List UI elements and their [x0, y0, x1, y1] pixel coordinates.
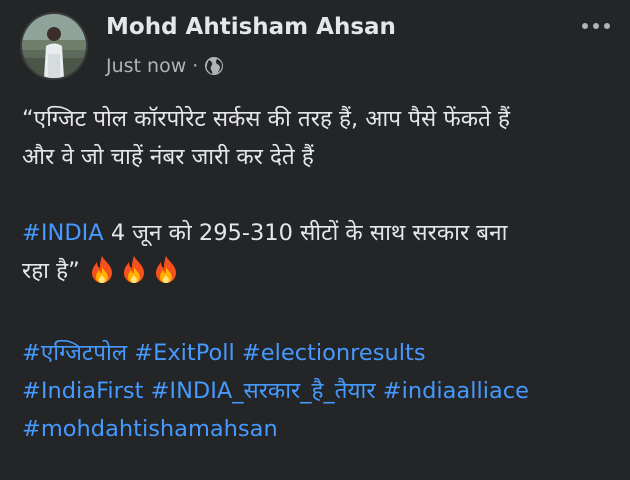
- hashtag-link[interactable]: #indiaalliace: [383, 378, 529, 404]
- facebook-post: Mohd Ahtisham Ahsan Just now · “एग्जिट प…: [0, 0, 630, 480]
- avatar[interactable]: [20, 12, 88, 80]
- hashtag-link[interactable]: #ExitPoll: [134, 340, 235, 366]
- hashtag-link[interactable]: #INDIA_सरकार_है_तैयार: [151, 378, 376, 404]
- timestamp[interactable]: Just now: [106, 55, 186, 77]
- author-name[interactable]: Mohd Ahtisham Ahsan: [106, 14, 396, 40]
- quote-line: “एग्जिट पोल कॉरपोरेट सर्कस की तरह हैं, आ…: [22, 106, 510, 132]
- hashtag-link[interactable]: #INDIA: [22, 220, 104, 246]
- post-meta: Just now ·: [106, 55, 224, 77]
- hashtag-link[interactable]: #IndiaFirst: [22, 378, 143, 404]
- globe-icon[interactable]: [204, 56, 224, 76]
- post-body: “एग्जिट पोल कॉरपोरेट सर्कस की तरह हैं, आ…: [22, 100, 618, 448]
- avatar-photo: [22, 14, 86, 78]
- more-horizontal-icon[interactable]: [578, 12, 614, 40]
- meta-separator: ·: [192, 55, 199, 77]
- quote-line: रहा है”: [22, 258, 80, 284]
- hashtag-paragraph: #एग्जिटपोल #ExitPoll #electionresults #I…: [22, 334, 618, 448]
- quote-line: और वे जो चाहें नंबर जारी कर देते हैं: [22, 144, 314, 170]
- fire-emoji-icon: [119, 254, 149, 296]
- fire-emoji-icon: [151, 254, 181, 296]
- hashtag-link[interactable]: #electionresults: [242, 340, 426, 366]
- quote-line: 4 जून को 295-310 सीटों के साथ सरकार बना: [103, 220, 508, 246]
- hashtag-link[interactable]: #एग्जिटपोल: [22, 340, 127, 366]
- post-header: Mohd Ahtisham Ahsan Just now ·: [0, 0, 630, 90]
- quote-paragraph-1: “एग्जिट पोल कॉरपोरेट सर्कस की तरह हैं, आ…: [22, 100, 618, 176]
- hashtag-link[interactable]: #mohdahtishamahsan: [22, 416, 278, 442]
- fire-emoji-icon: [87, 254, 117, 296]
- quote-paragraph-2: #INDIA 4 जून को 295-310 सीटों के साथ सरक…: [22, 214, 618, 296]
